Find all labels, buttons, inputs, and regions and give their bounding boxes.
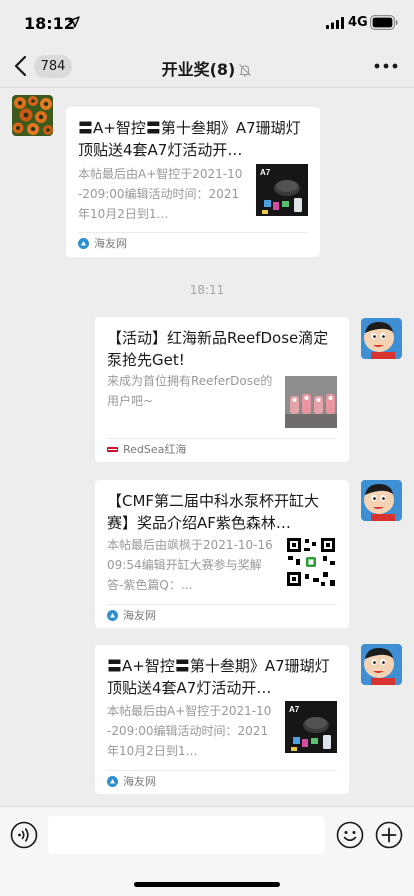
card-source: 海友网 <box>78 236 308 252</box>
card-divider <box>78 232 308 233</box>
card-source-name: RedSea红海 <box>123 443 187 456</box>
chat-timestamp: 18:11 <box>189 283 225 297</box>
card-source: RedSea红海 <box>107 442 337 458</box>
battery-icon <box>370 15 398 30</box>
self-avatar[interactable] <box>361 480 402 521</box>
message-input[interactable] <box>48 816 325 854</box>
source-icon <box>107 776 118 787</box>
location-arrow-icon <box>68 16 80 28</box>
link-card[interactable]: 【CMF第二届中科水泵杯开缸大赛】奖品介绍AF紫色森林… 本帖最后由飒枫于202… <box>95 480 349 628</box>
more-icon[interactable] <box>372 62 400 70</box>
home-indicator[interactable] <box>134 882 280 887</box>
voice-icon[interactable] <box>10 821 38 849</box>
card-title: 【CMF第二届中科水泵杯开缸大赛】奖品介绍AF紫色森林… <box>107 492 320 532</box>
card-description: 本帖最后由A+智控于2021-10-209:00编辑活动时间：2021年10月2… <box>107 704 272 758</box>
thumbnail-label: A7 <box>289 705 300 714</box>
self-avatar[interactable] <box>361 644 402 685</box>
chat-title: 开业奖(8) <box>0 56 414 80</box>
card-title: 【活动】红海新品ReefDose滴定泵抢先Get! <box>107 329 329 369</box>
card-thumbnail <box>285 536 337 588</box>
thumbnail-label: A7 <box>260 168 271 177</box>
card-description: 本帖最后由飒枫于2021-10-1609:54编辑开缸大赛参与奖解答-紫色篇Q：… <box>107 538 273 592</box>
link-card[interactable]: 〓A+智控〓第十叁期》A7珊瑚灯顶贴送4套A7灯活动开… 本帖最后由A+智控于2… <box>95 645 349 794</box>
card-source-name: 海友网 <box>123 609 156 622</box>
card-source: 海友网 <box>107 774 337 790</box>
card-title: 〓A+智控〓第十叁期》A7珊瑚灯顶贴送4套A7灯活动开… <box>78 119 301 159</box>
card-divider <box>107 770 337 771</box>
card-thumbnail: A7 <box>256 164 308 216</box>
card-description: 本帖最后由A+智控于2021-10-209:00编辑活动时间：2021年10月2… <box>78 167 243 221</box>
link-card[interactable]: 〓A+智控〓第十叁期》A7珊瑚灯顶贴送4套A7灯活动开… 本帖最后由A+智控于2… <box>66 107 320 257</box>
source-icon <box>78 238 89 249</box>
source-icon <box>107 447 118 452</box>
mute-icon <box>239 64 252 77</box>
card-source: 海友网 <box>107 608 337 624</box>
card-source-name: 海友网 <box>94 237 127 250</box>
card-title: 〓A+智控〓第十叁期》A7珊瑚灯顶贴送4套A7灯活动开… <box>107 657 330 697</box>
card-divider <box>107 604 337 605</box>
card-source-name: 海友网 <box>123 775 156 788</box>
link-card[interactable]: 【活动】红海新品ReefDose滴定泵抢先Get! 来成为首位拥有ReeferD… <box>95 317 349 462</box>
card-divider <box>107 438 337 439</box>
self-avatar[interactable] <box>361 318 402 359</box>
card-thumbnail <box>285 376 337 428</box>
network-label: 4G <box>348 15 368 30</box>
signal-icon <box>326 17 344 29</box>
card-thumbnail: A7 <box>285 701 337 753</box>
status-bar: 18:12 4G <box>0 0 414 44</box>
nav-bar: 784 开业奖(8) <box>0 44 414 88</box>
chat-title-text: 开业奖(8) <box>161 60 236 79</box>
add-icon[interactable] <box>375 821 403 849</box>
card-description: 来成为首位拥有ReeferDose的用户吧~ <box>107 374 273 408</box>
sender-avatar[interactable] <box>12 95 53 136</box>
emoji-icon[interactable] <box>336 821 364 849</box>
source-icon <box>107 610 118 621</box>
